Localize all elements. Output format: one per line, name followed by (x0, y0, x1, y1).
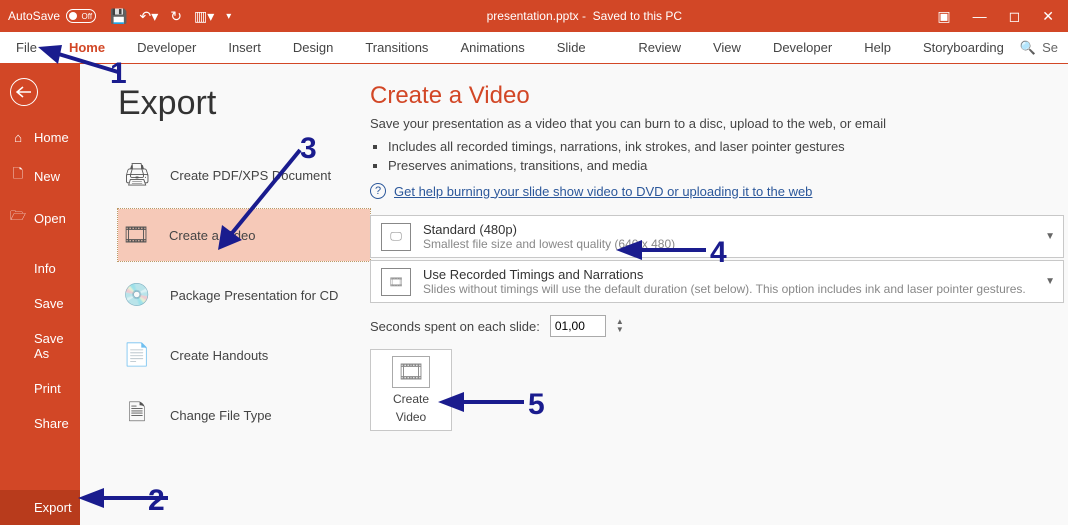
tab-transitions[interactable]: Transitions (349, 32, 444, 64)
sidebar-item-open[interactable]: 🗁Open (0, 197, 80, 239)
tab-help[interactable]: Help (848, 32, 907, 64)
tab-review[interactable]: Review (622, 32, 697, 64)
export-option-video[interactable]: 🎞 Create a Video (118, 209, 370, 261)
sidebar-item-print[interactable]: Print (0, 371, 80, 406)
sidebar-item-new[interactable]: 🗋New (0, 155, 80, 197)
tab-storyboarding[interactable]: Storyboarding (907, 32, 1020, 64)
detail-subtitle: Save your presentation as a video that y… (370, 116, 1068, 131)
backstage-view: ⌂Home 🗋New 🗁Open Info Save Save As Print… (0, 64, 1068, 525)
ribbon-options-icon[interactable]: ▣ (937, 8, 950, 25)
sidebar-item-export[interactable]: Export (0, 490, 80, 525)
sidebar-item-share[interactable]: Share (0, 406, 80, 441)
tab-slideshow[interactable]: Slide Show (541, 32, 623, 64)
seconds-input[interactable] (550, 315, 606, 337)
timings-icon: 🎞 (381, 268, 411, 296)
tab-animations[interactable]: Animations (444, 32, 540, 64)
ribbon-tabs: File Home Developer Insert Design Transi… (0, 32, 1068, 64)
detail-heading: Create a Video (370, 82, 1068, 110)
tab-home[interactable]: Home (53, 32, 121, 64)
pdf-icon: 🖨 (122, 160, 152, 190)
create-video-icon: 🎞 (392, 356, 430, 388)
present-icon[interactable]: ▥▾ (194, 8, 214, 25)
tab-view[interactable]: View (697, 32, 757, 64)
export-content: Export 🖨 Create PDF/XPS Document 🎞 Creat… (80, 64, 1068, 525)
search-icon: 🔍 (1020, 40, 1036, 56)
quality-icon: 🖵 (381, 223, 411, 251)
seconds-label: Seconds spent on each slide: (370, 319, 540, 334)
seconds-spinner[interactable]: ▲▼ (616, 318, 624, 334)
document-title: presentation.pptx - Saved to this PC (231, 9, 937, 23)
export-option-handouts[interactable]: 📄 Create Handouts (118, 329, 370, 381)
undo-icon[interactable]: ↶▾ (139, 8, 158, 25)
tab-insert[interactable]: Insert (212, 32, 277, 64)
seconds-row: Seconds spent on each slide: ▲▼ (370, 315, 1068, 337)
sidebar-item-save[interactable]: Save (0, 286, 80, 321)
create-video-button[interactable]: 🎞 Create Video (370, 349, 452, 431)
backstage-sidebar: ⌂Home 🗋New 🗁Open Info Save Save As Print… (0, 64, 80, 525)
maximize-icon[interactable]: ◻ (1009, 8, 1021, 25)
help-icon: ? (370, 183, 386, 199)
chevron-down-icon: ▼ (1045, 231, 1055, 242)
sidebar-item-home[interactable]: ⌂Home (0, 120, 80, 155)
help-link-row: ? Get help burning your slide show video… (370, 183, 1068, 199)
timings-sub: Slides without timings will use the defa… (423, 282, 1053, 296)
tab-design[interactable]: Design (277, 32, 349, 64)
export-options-column: Export 🖨 Create PDF/XPS Document 🎞 Creat… (80, 64, 370, 525)
spinner-down-icon[interactable]: ▼ (616, 326, 624, 334)
autosave-label: AutoSave (8, 9, 60, 23)
folder-icon: 🗁 (10, 207, 26, 229)
export-heading: Export (118, 84, 370, 123)
quality-dropdown[interactable]: 🖵 Standard (480p) Smallest file size and… (370, 215, 1064, 258)
sidebar-item-info[interactable]: Info (0, 251, 80, 286)
video-icon: 🎞 (121, 220, 151, 250)
quality-sub: Smallest file size and lowest quality (6… (423, 237, 1053, 251)
tab-developer-2[interactable]: Developer (757, 32, 848, 64)
help-link[interactable]: Get help burning your slide show video t… (394, 184, 812, 199)
title-bar: AutoSave Off 💾 ↶▾ ↻ ▥▾ ▾ presentation.pp… (0, 0, 1068, 32)
export-option-filetype[interactable]: 🗎 Change File Type (118, 389, 370, 441)
filetype-icon: 🗎 (122, 400, 152, 430)
timings-title: Use Recorded Timings and Narrations (423, 267, 1053, 282)
search-box[interactable]: 🔍 Se (1020, 40, 1068, 56)
detail-bullets: Includes all recorded timings, narration… (388, 139, 1068, 173)
save-icon[interactable]: 💾 (110, 8, 127, 25)
autosave-toggle[interactable]: Off (66, 9, 96, 23)
timings-dropdown[interactable]: 🎞 Use Recorded Timings and Narrations Sl… (370, 260, 1064, 303)
home-icon: ⌂ (10, 130, 26, 145)
sidebar-item-saveas[interactable]: Save As (0, 321, 80, 371)
export-option-pdf[interactable]: 🖨 Create PDF/XPS Document (118, 149, 370, 201)
handouts-icon: 📄 (122, 340, 152, 370)
minimize-icon[interactable]: — (973, 8, 987, 24)
quality-title: Standard (480p) (423, 222, 1053, 237)
back-button[interactable] (10, 78, 38, 106)
document-icon: 🗋 (10, 165, 26, 187)
cd-icon: 💿 (122, 280, 152, 310)
quick-access-toolbar: 💾 ↶▾ ↻ ▥▾ ▾ (104, 8, 231, 25)
export-option-cd[interactable]: 💿 Package Presentation for CD (118, 269, 370, 321)
tab-developer[interactable]: Developer (121, 32, 212, 64)
export-detail-column: Create a Video Save your presentation as… (370, 64, 1068, 525)
tab-file[interactable]: File (0, 32, 53, 64)
redo-icon[interactable]: ↻ (170, 8, 182, 25)
autosave-control[interactable]: AutoSave Off (0, 9, 104, 23)
window-controls: ▣ — ◻ ✕ (937, 8, 1068, 25)
back-arrow-icon (16, 86, 32, 98)
close-icon[interactable]: ✕ (1042, 8, 1054, 25)
chevron-down-icon: ▼ (1045, 276, 1055, 287)
